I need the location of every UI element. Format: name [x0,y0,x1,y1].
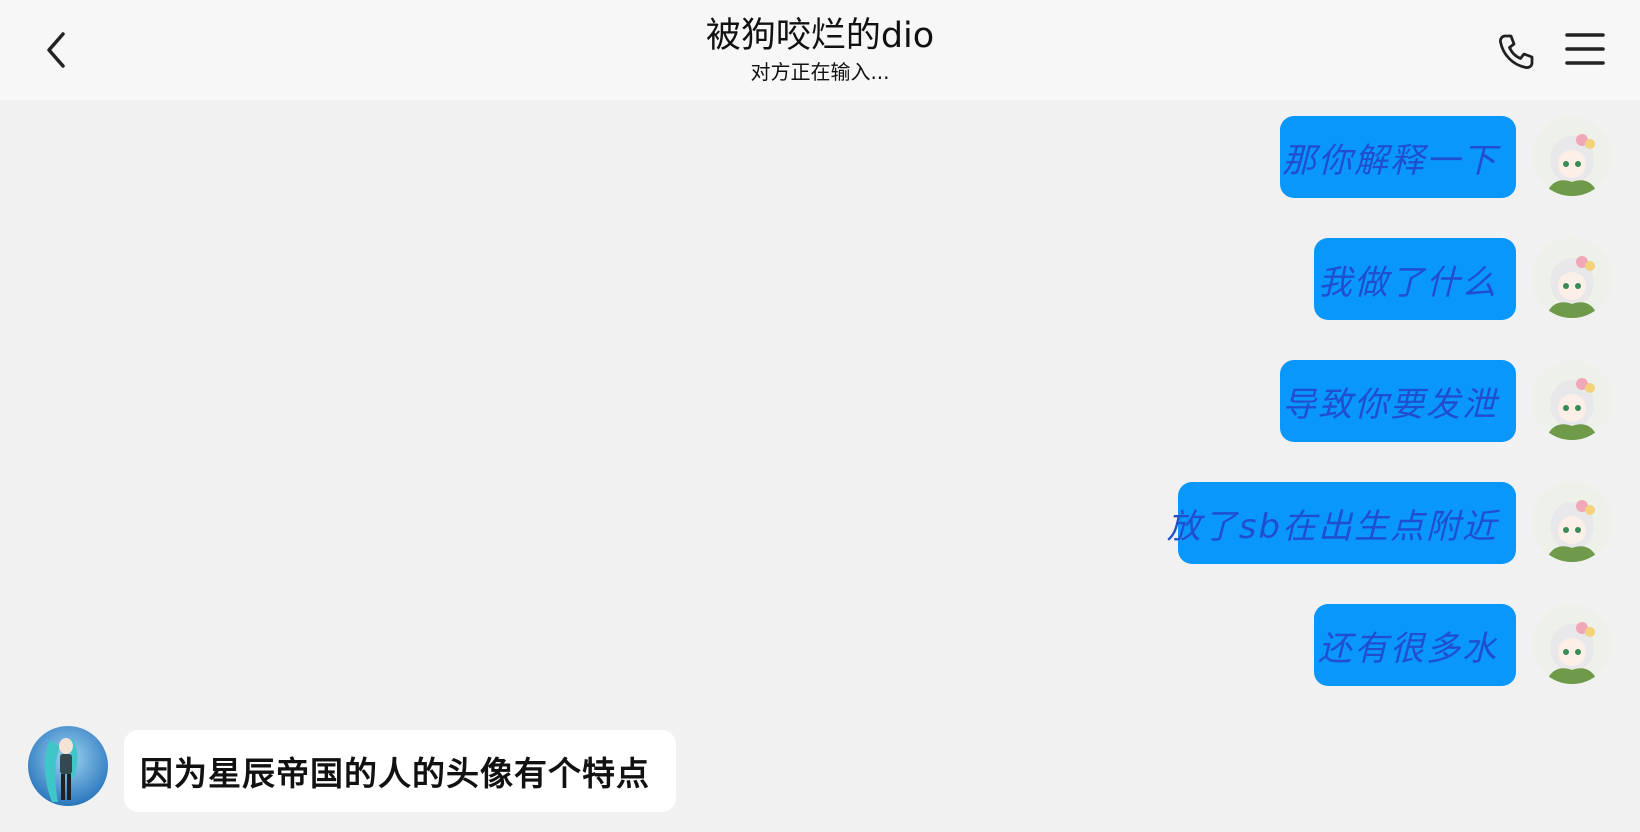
outgoing-message-bubble[interactable]: 还有很多水 [1314,604,1516,686]
phone-icon [1499,34,1534,69]
outgoing-message-bubble[interactable]: 那你解释一下 [1280,116,1516,198]
chevron-left-icon [47,32,65,68]
my-avatar[interactable] [1532,116,1612,196]
my-avatar[interactable] [1532,604,1612,684]
incoming-message-bubble[interactable]: 因为星辰帝国的人的头像有个特点 [124,730,676,812]
menu-button[interactable] [1560,26,1610,72]
anime-girl-avatar-icon [1532,482,1612,562]
message-text: 因为星辰帝国的人的头像有个特点 [140,754,650,793]
contact-avatar[interactable] [28,726,108,806]
message-text: 那你解释一下 [1282,140,1498,181]
outgoing-message-bubble[interactable]: 我做了什么 [1314,238,1516,320]
anime-girl-avatar-icon [1532,116,1612,196]
my-avatar[interactable] [1532,238,1612,318]
anime-girl-avatar-icon [1532,360,1612,440]
message-text: 导致你要发泄 [1282,384,1498,425]
message-text: 我做了什么 [1318,262,1498,303]
my-avatar[interactable] [1532,482,1612,562]
chat-header: 被狗咬烂的dio 对方正在输入... [0,0,1640,100]
typing-status: 对方正在输入... [750,60,890,84]
outgoing-message-bubble[interactable]: 导致你要发泄 [1280,360,1516,442]
my-avatar[interactable] [1532,360,1612,440]
chat-title-block: 被狗咬烂的dio 对方正在输入... [620,14,1020,86]
call-button[interactable] [1490,26,1542,78]
chat-title: 被狗咬烂的dio [705,16,935,56]
message-text: 放了sb在出生点附近 [1166,506,1498,547]
miku-avatar-icon [28,726,108,806]
back-button[interactable] [28,22,84,78]
message-text: 还有很多水 [1318,628,1498,669]
anime-girl-avatar-icon [1532,238,1612,318]
chat-screen: 被狗咬烂的dio 对方正在输入... 那你解释一下 我做了什么 导致你要发泄 放… [0,0,1640,832]
anime-girl-avatar-icon [1532,604,1612,684]
hamburger-menu-icon [1565,33,1605,65]
outgoing-message-bubble[interactable]: 放了sb在出生点附近 [1167,482,1516,564]
